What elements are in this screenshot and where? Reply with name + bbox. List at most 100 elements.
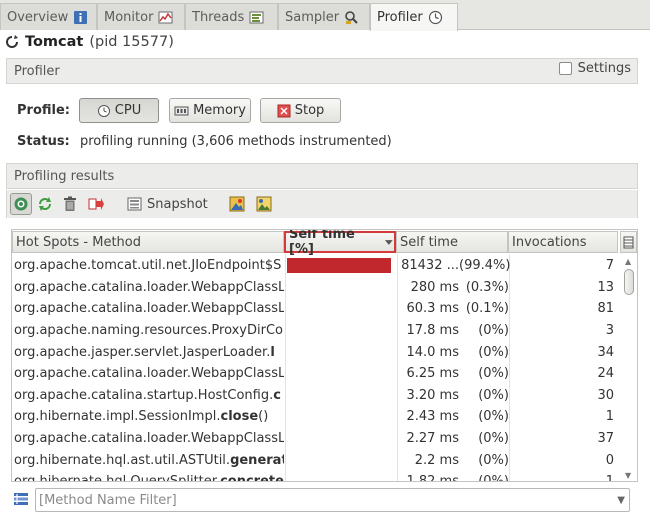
self-time-value: 14.0 ms xyxy=(406,344,459,360)
table-row[interactable]: org.apache.catalina.loader.WebappClassL 2… xyxy=(12,277,624,299)
method-name-text: org.apache.catalina.loader.WebappClassL xyxy=(14,301,284,317)
method-cell: org.apache.catalina.loader.WebappClassL xyxy=(14,428,284,450)
memory-chip-icon xyxy=(174,106,189,115)
table-row[interactable]: org.apache.catalina.loader.WebappClassL 6… xyxy=(12,363,624,385)
snapshot-icon xyxy=(127,197,142,211)
column-chooser-button[interactable] xyxy=(620,231,637,253)
column-invocations-header[interactable]: Invocations xyxy=(508,231,618,253)
method-name-text: org.apache.jasper.servlet.JasperLoader. xyxy=(14,344,271,360)
method-bold-text: close xyxy=(220,409,259,425)
self-time-percent: (0%) xyxy=(478,323,509,339)
tab-monitor[interactable]: Monitor xyxy=(97,3,185,30)
method-name-text: org.apache.catalina.startup.HostConfig. xyxy=(14,387,274,403)
threads-icon xyxy=(249,10,264,25)
method-name-text: org.hibernate.impl.SessionImpl. xyxy=(14,409,221,425)
save-image-icon xyxy=(229,196,245,212)
column-label: Invocations xyxy=(512,234,587,250)
table-row[interactable]: org.hibernate.hql.ast.util.ASTUtil. gener… xyxy=(12,449,624,471)
snapshot-label: Snapshot xyxy=(147,196,208,212)
table-row[interactable]: org.hibernate.hql.QuerySplitter. concrete… xyxy=(12,471,624,482)
method-cell: org.hibernate.impl.SessionImpl. close () xyxy=(14,406,284,428)
column-self-pct-header[interactable]: Self time [%] xyxy=(284,230,396,257)
memory-button-label: Memory xyxy=(193,103,246,118)
memory-button[interactable]: Memory xyxy=(169,98,251,123)
self-time-cell: 6.25 ms (0%) xyxy=(397,363,517,385)
tab-profiler[interactable]: Profiler xyxy=(370,3,458,31)
save-view-button[interactable] xyxy=(253,193,275,215)
vertical-scrollbar[interactable]: ▲ ▼ xyxy=(623,257,635,481)
method-cell: org.apache.naming.resources.ProxyDirCo xyxy=(14,320,284,342)
filter-icon[interactable] xyxy=(13,491,29,507)
invocations-cell: 0 xyxy=(605,452,614,468)
settings-checkbox[interactable] xyxy=(558,62,572,75)
invocations-cell: 24 xyxy=(597,366,614,382)
snapshot-button[interactable]: Snapshot xyxy=(127,193,208,215)
cpu-button[interactable]: CPU xyxy=(79,98,159,123)
method-name-text: org.apache.catalina.loader.WebappClassL xyxy=(14,366,284,382)
table-row[interactable]: org.apache.tomcat.util.net.JIoEndpoint$S… xyxy=(12,255,624,277)
table-row[interactable]: org.hibernate.impl.SessionImpl. close () 2… xyxy=(12,406,624,428)
export-button[interactable] xyxy=(85,193,107,215)
table-row[interactable]: org.apache.catalina.startup.HostConfig. c… xyxy=(12,385,624,407)
self-time-value: 2.43 ms xyxy=(406,409,459,425)
self-time-cell: 2.27 ms (0%) xyxy=(397,428,517,450)
self-time-cell: 1.82 ms (0%) xyxy=(397,471,517,482)
filter-placeholder: [Method Name Filter] xyxy=(39,492,177,508)
scrollbar-thumb[interactable] xyxy=(624,269,634,295)
self-time-bar-cell xyxy=(287,320,396,342)
self-time-cell: 60.3 ms (0.1%) xyxy=(397,298,517,320)
filter-dropdown-icon[interactable]: ▼ xyxy=(617,495,625,506)
table-row[interactable]: org.apache.catalina.loader.WebappClassL 2… xyxy=(12,428,624,450)
profiler-section-header: Profiler Settings xyxy=(6,58,638,84)
self-time-bar xyxy=(287,258,391,274)
table-row[interactable]: org.apache.naming.resources.ProxyDirCo 17… xyxy=(12,320,624,342)
stop-icon xyxy=(277,104,291,117)
self-time-percent: (0.1%) xyxy=(465,301,509,317)
self-time-value: 1.82 ms xyxy=(406,474,459,482)
self-time-percent: (0%) xyxy=(478,387,509,403)
invocations-cell: 37 xyxy=(597,431,614,447)
reset-button[interactable] xyxy=(59,193,81,215)
method-bold-text: concrete xyxy=(220,474,284,482)
stop-button[interactable]: Stop xyxy=(260,98,341,123)
tab-overview[interactable]: Overview xyxy=(0,3,97,30)
overview-icon xyxy=(73,10,88,25)
save-results-button[interactable] xyxy=(226,193,248,215)
hot-spots-table: Hot Spots - Method Self time [%] Self ti… xyxy=(11,229,638,482)
settings-toggle[interactable]: Settings xyxy=(558,61,631,76)
scroll-up-icon[interactable]: ▲ xyxy=(625,257,631,267)
scroll-down-icon[interactable]: ▼ xyxy=(625,471,631,481)
method-cell: org.hibernate.hql.ast.util.ASTUtil. gener… xyxy=(14,449,284,471)
tab-bar: Overview Monitor Threads Sampler Profile… xyxy=(0,0,650,31)
stop-button-label: Stop xyxy=(294,103,325,118)
self-time-cell: 81432 ... (99.4%) xyxy=(397,255,517,277)
settings-label: Settings xyxy=(577,61,631,76)
method-name-text: org.hibernate.hql.ast.util.ASTUtil. xyxy=(14,452,231,468)
column-method-header[interactable]: Hot Spots - Method xyxy=(12,231,284,253)
tab-sampler[interactable]: Sampler xyxy=(278,3,370,30)
refresh-button[interactable] xyxy=(34,193,56,215)
column-chooser-icon xyxy=(623,236,634,248)
method-cell: org.apache.catalina.loader.WebappClassL xyxy=(14,363,284,385)
self-time-cell: 2.43 ms (0%) xyxy=(397,406,517,428)
table-row[interactable]: org.apache.jasper.servlet.JasperLoader. l… xyxy=(12,341,624,363)
column-self-time-header[interactable]: Self time xyxy=(396,231,508,253)
export-icon xyxy=(88,198,104,210)
method-name-text: org.apache.catalina.loader.WebappClassL xyxy=(14,431,284,447)
self-time-bar-cell xyxy=(287,406,396,428)
table-row[interactable]: org.apache.catalina.loader.WebappClassL 6… xyxy=(12,298,624,320)
refresh-spinner-icon xyxy=(6,35,18,48)
self-time-value: 81432 ... xyxy=(401,258,459,274)
self-time-percent: (0%) xyxy=(478,431,509,447)
self-time-value: 3.20 ms xyxy=(406,387,459,403)
tab-threads[interactable]: Threads xyxy=(185,3,278,30)
self-time-value: 6.25 ms xyxy=(406,366,459,382)
method-cell: org.apache.jasper.servlet.JasperLoader. l xyxy=(14,341,284,363)
column-label: Self time [%] xyxy=(289,229,355,257)
status-text: profiling running (3,606 methods instrum… xyxy=(80,134,392,149)
self-time-percent: (0%) xyxy=(478,474,509,482)
method-name-filter-input[interactable]: [Method Name Filter] ▼ xyxy=(35,488,630,512)
invocations-cell: 13 xyxy=(597,279,614,295)
method-name-text: org.apache.catalina.loader.WebappClassL xyxy=(14,279,284,295)
autorefresh-button[interactable] xyxy=(10,193,32,215)
